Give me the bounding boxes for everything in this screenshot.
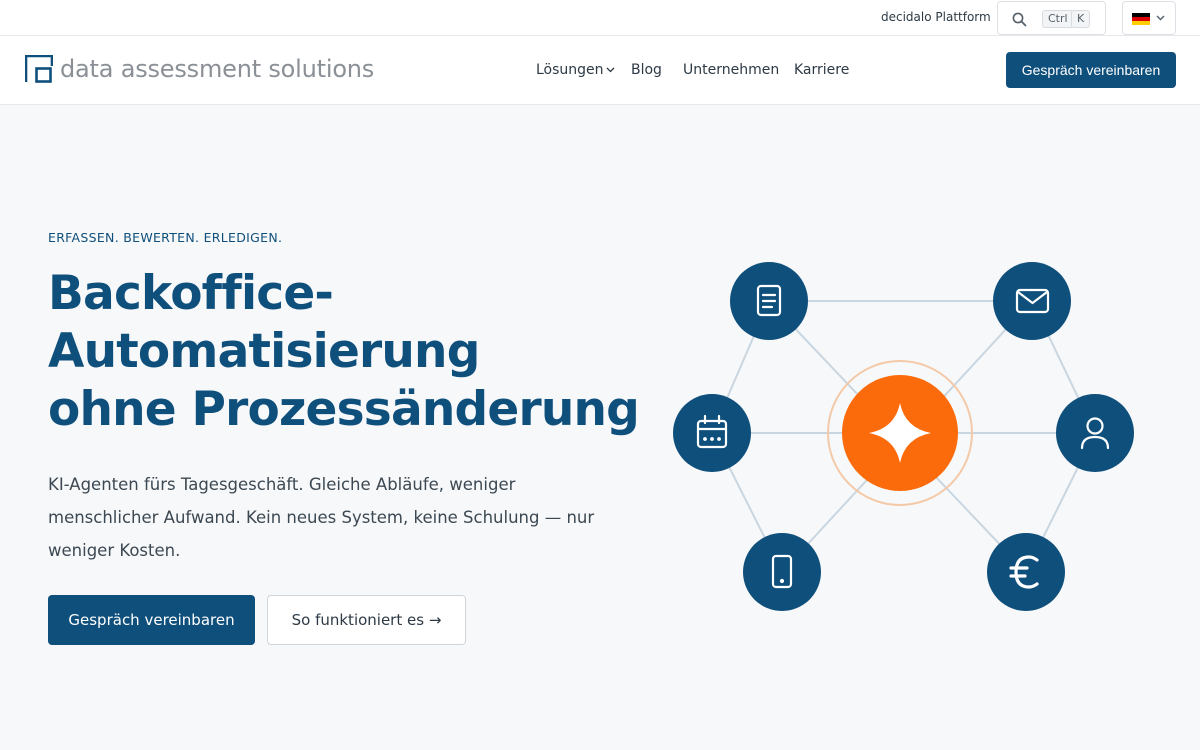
headline-line: Backoffice- (48, 266, 334, 321)
platform-link[interactable]: decidalo Plattform (881, 10, 991, 24)
headline-line: Automatisierung (48, 324, 480, 379)
chevron-down-icon (1156, 15, 1165, 21)
kbd-k: K (1071, 10, 1091, 28)
nav-item-karriere[interactable]: Karriere (794, 62, 849, 78)
headline-line: ohne Prozessänderung (48, 382, 640, 437)
kbd-ctrl: Ctrl (1042, 10, 1074, 28)
hero-secondary-button[interactable]: So funktioniert es → (267, 595, 466, 645)
node-user (1056, 394, 1134, 472)
logo[interactable]: data assessment solutions (25, 53, 374, 85)
de-flag-icon (1132, 13, 1150, 25)
logo-mark-icon (25, 55, 53, 83)
nav-item-loesungen[interactable]: Lösungen (536, 62, 615, 78)
main-nav: data assessment solutions Lösungen Blog … (0, 36, 1200, 105)
hero-headline: Backoffice- Automatisierung ohne Prozess… (48, 265, 648, 439)
utility-bar: decidalo Plattform Ctrl K (0, 0, 1200, 36)
logo-text: data assessment solutions (60, 55, 375, 83)
search-icon (1012, 12, 1027, 27)
node-mail (993, 262, 1071, 340)
nav-item-blog[interactable]: Blog (631, 62, 662, 78)
language-select[interactable] (1122, 1, 1176, 35)
node-document (730, 262, 808, 340)
hero-lede: KI-Agenten fürs Tagesgeschäft. Gleiche A… (48, 475, 595, 560)
node-calendar (673, 394, 751, 472)
nav-cta-button[interactable]: Gespräch vereinbaren (1006, 52, 1176, 88)
nav-item-unternehmen[interactable]: Unternehmen (683, 62, 779, 78)
chevron-down-icon (606, 67, 615, 73)
search-button[interactable]: Ctrl K (997, 1, 1106, 35)
agent-network-diagram (673, 262, 1134, 611)
node-mobile (743, 533, 821, 611)
hero-eyebrow: ERFASSEN. BEWERTEN. ERLEDIGEN. (48, 230, 283, 245)
nav-item-label: Lösungen (536, 62, 604, 78)
node-euro (987, 533, 1065, 611)
hero-primary-button[interactable]: Gespräch vereinbaren (48, 595, 255, 645)
